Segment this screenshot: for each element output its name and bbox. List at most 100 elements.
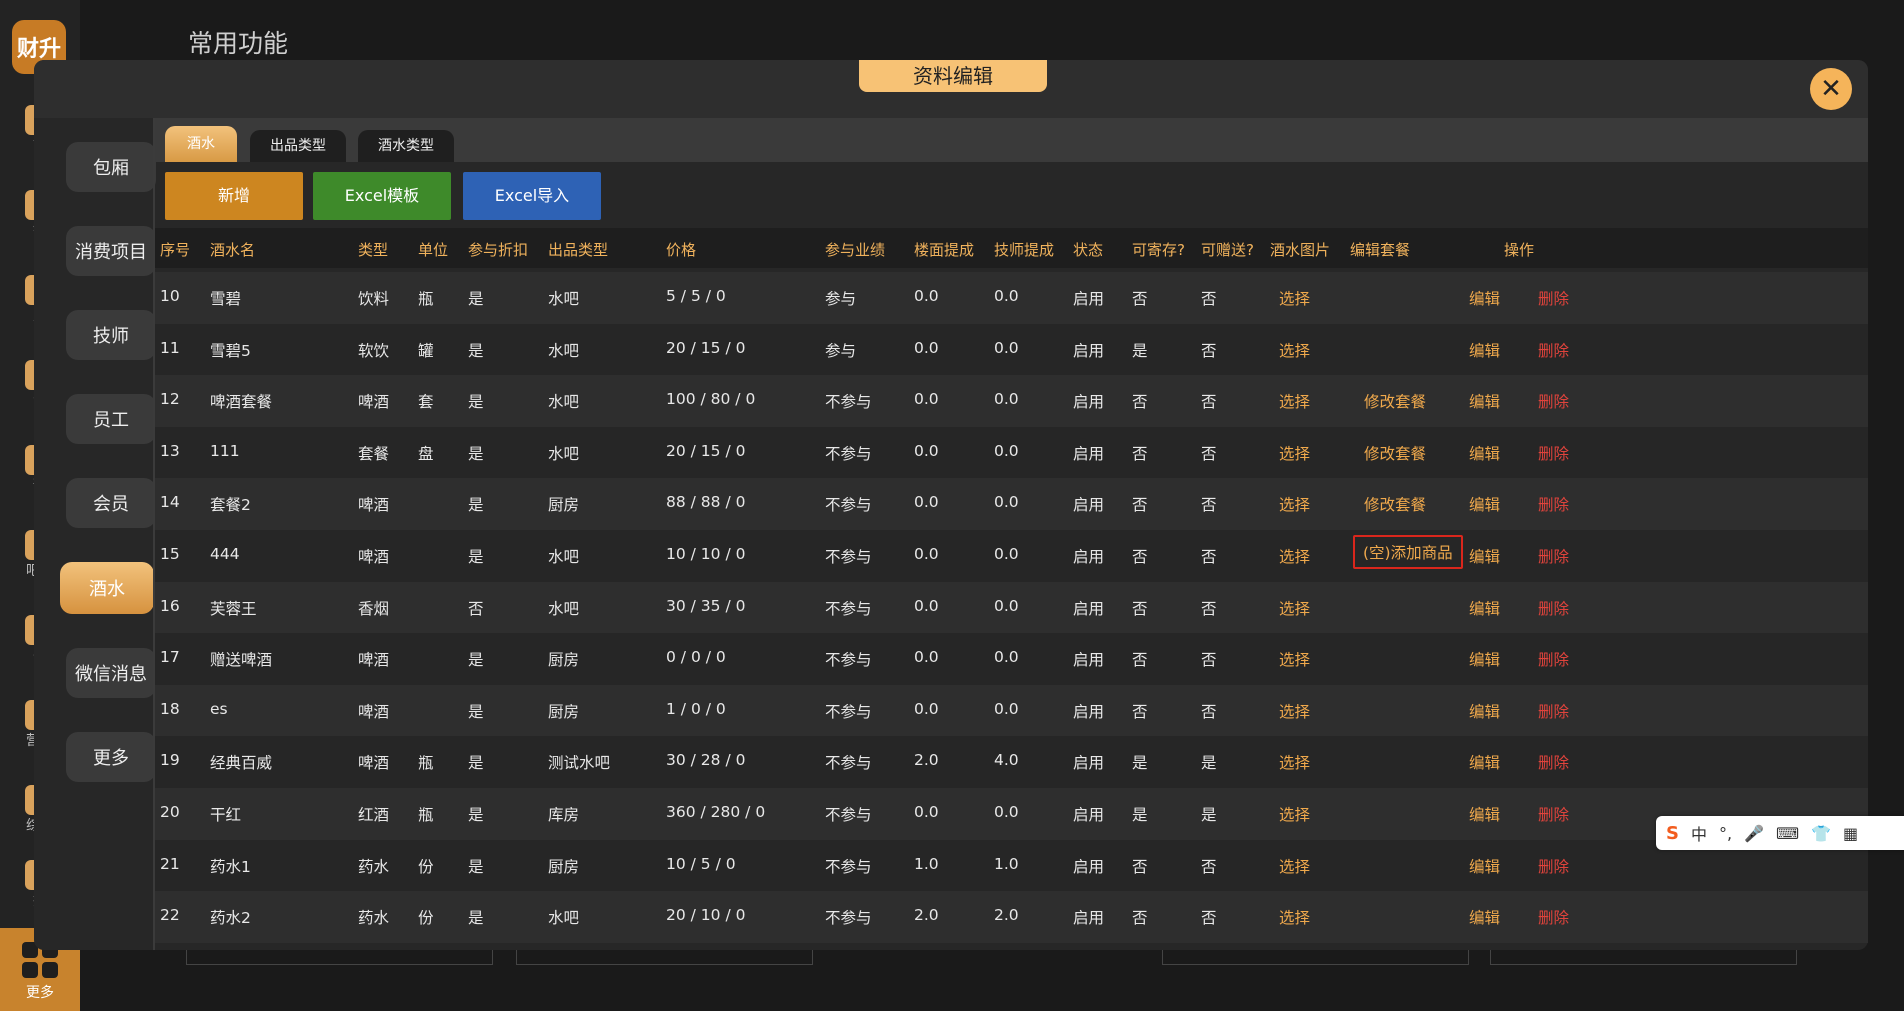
delete-link[interactable]: 删除 [1538, 751, 1569, 773]
edit-link[interactable]: 编辑 [1469, 855, 1500, 877]
select-image-link[interactable]: 选择 [1279, 339, 1310, 361]
cell-output: 厨房 [548, 702, 580, 721]
excel-import-button[interactable]: Excel导入 [463, 172, 601, 220]
tab-drink-types[interactable]: 酒水类型 [358, 130, 454, 162]
sidebar-item-wechat[interactable]: 微信消息 [66, 648, 156, 698]
delete-link[interactable]: 删除 [1538, 700, 1569, 722]
cell-tech-commission: 0.0 [994, 493, 1019, 512]
edit-link[interactable]: 编辑 [1469, 597, 1500, 619]
cell-discount: 是 [468, 754, 484, 773]
cell-output: 水吧 [548, 909, 580, 928]
cell-name: es [210, 699, 228, 718]
cell-discount: 是 [468, 909, 484, 928]
cell-id: 20 [160, 803, 180, 821]
delete-link[interactable]: 删除 [1538, 339, 1569, 361]
sidebar-item-drinks[interactable]: 酒水 [60, 562, 154, 614]
cell-unit: 份 [418, 909, 434, 928]
skin-icon[interactable]: 👕 [1811, 824, 1831, 843]
punctuation-icon[interactable]: °, [1719, 824, 1732, 843]
select-image-link[interactable]: 选择 [1279, 700, 1310, 722]
edit-link[interactable]: 编辑 [1469, 648, 1500, 670]
cell-output: 测试水吧 [548, 754, 611, 773]
cell-price: 30 / 28 / 0 [666, 751, 746, 770]
delete-link[interactable]: 删除 [1538, 906, 1569, 928]
select-image-link[interactable]: 选择 [1279, 493, 1310, 515]
tab-output-types[interactable]: 出品类型 [250, 130, 346, 162]
cell-price: 20 / 10 / 0 [666, 906, 746, 925]
delete-link[interactable]: 删除 [1538, 803, 1569, 825]
select-image-link[interactable]: 选择 [1279, 803, 1310, 825]
select-image-link[interactable]: 选择 [1279, 442, 1310, 464]
ime-logo-icon[interactable]: S [1666, 823, 1679, 844]
edit-link[interactable]: 编辑 [1469, 700, 1500, 722]
excel-template-button[interactable]: Excel模板 [313, 172, 451, 220]
delete-link[interactable]: 删除 [1538, 442, 1569, 464]
cell-storable: 是 [1132, 341, 1148, 360]
edit-link[interactable]: 编辑 [1469, 339, 1500, 361]
edit-package-link[interactable]: 修改套餐 [1364, 442, 1426, 464]
cell-output: 水吧 [548, 444, 580, 463]
select-image-link[interactable]: 选择 [1279, 648, 1310, 670]
ime-toolbar[interactable]: S 中 °, 🎤 ⌨ 👕 ▦ [1656, 816, 1904, 850]
cell-type: 饮料 [358, 290, 390, 308]
cell-name: 套餐2 [210, 496, 251, 515]
delete-link[interactable]: 删除 [1538, 390, 1569, 412]
sidebar-item-rooms[interactable]: 包厢 [66, 142, 156, 192]
select-image-link[interactable]: 选择 [1279, 390, 1310, 412]
col-header-id: 序号 [160, 241, 191, 259]
edit-link[interactable]: 编辑 [1469, 803, 1500, 825]
sidebar-item-staff[interactable]: 员工 [66, 394, 156, 444]
cell-status: 启用 [1073, 496, 1105, 515]
cell-price: 100 / 80 / 0 [666, 390, 756, 409]
cell-type: 药水 [358, 857, 390, 876]
select-image-link[interactable]: 选择 [1279, 906, 1310, 928]
sidebar-item-more[interactable]: 更多 [66, 732, 156, 782]
sidebar-item-consumption[interactable]: 消费项目 [66, 226, 156, 276]
ime-mode[interactable]: 中 [1691, 821, 1707, 845]
delete-link[interactable]: 删除 [1538, 855, 1569, 877]
cell-tech-commission: 0.0 [994, 441, 1019, 460]
keyboard-icon[interactable]: ⌨ [1776, 824, 1799, 843]
cell-unit: 瓶 [418, 290, 434, 308]
sidebar-item-members[interactable]: 会员 [66, 478, 156, 528]
edit-link[interactable]: 编辑 [1469, 751, 1500, 773]
edit-link[interactable]: 编辑 [1469, 906, 1500, 928]
edit-package-link[interactable]: 修改套餐 [1364, 493, 1426, 515]
select-image-link[interactable]: 选择 [1279, 597, 1310, 619]
cell-status: 启用 [1073, 599, 1105, 618]
tab-drinks[interactable]: 酒水 [165, 126, 237, 162]
drinks-table: 10 雪碧 饮料瓶是水吧 5 / 5 / 0 参与 0.0 0.0 启用否否选择 编辑 删除 11 雪… [155, 272, 1868, 950]
edit-link[interactable]: 编辑 [1469, 390, 1500, 412]
cell-status: 启用 [1073, 290, 1105, 308]
delete-link[interactable]: 删除 [1538, 545, 1569, 567]
delete-link[interactable]: 删除 [1538, 648, 1569, 670]
edit-package-link[interactable]: (空)添加商品 [1353, 535, 1463, 569]
toolbox-icon[interactable]: ▦ [1843, 824, 1858, 843]
select-image-link[interactable]: 选择 [1279, 545, 1310, 567]
microphone-icon[interactable]: 🎤 [1744, 824, 1764, 843]
add-button[interactable]: 新增 [165, 172, 303, 220]
close-button[interactable]: ✕ [1810, 68, 1852, 110]
edit-link[interactable]: 编辑 [1469, 442, 1500, 464]
edit-package-link[interactable]: 修改套餐 [1364, 390, 1426, 412]
cell-giftable: 否 [1201, 702, 1217, 721]
select-image-link[interactable]: 选择 [1279, 855, 1310, 877]
delete-link[interactable]: 删除 [1538, 597, 1569, 619]
cell-type: 软饮 [358, 341, 390, 360]
edit-link[interactable]: 编辑 [1469, 287, 1500, 309]
delete-link[interactable]: 删除 [1538, 287, 1569, 309]
cell-tech-commission: 0.0 [994, 596, 1019, 615]
sidebar-item-technicians[interactable]: 技师 [66, 310, 156, 360]
cell-discount: 是 [468, 806, 484, 824]
edit-link[interactable]: 编辑 [1469, 545, 1500, 567]
cell-price: 1 / 0 / 0 [666, 699, 726, 718]
delete-link[interactable]: 删除 [1538, 493, 1569, 515]
edit-link[interactable]: 编辑 [1469, 493, 1500, 515]
table-row: 16 芙蓉王 香烟 否 水吧 30 / 35 / 0 不参与 0.0 0.0 启用 否 否 选择 编辑 删除 [155, 581, 1868, 634]
select-image-link[interactable]: 选择 [1279, 287, 1310, 309]
cell-giftable: 否 [1201, 393, 1217, 412]
cell-storable: 否 [1132, 290, 1148, 308]
cell-name: 经典百威 [210, 754, 273, 773]
select-image-link[interactable]: 选择 [1279, 751, 1310, 773]
cell-giftable: 否 [1201, 290, 1217, 308]
